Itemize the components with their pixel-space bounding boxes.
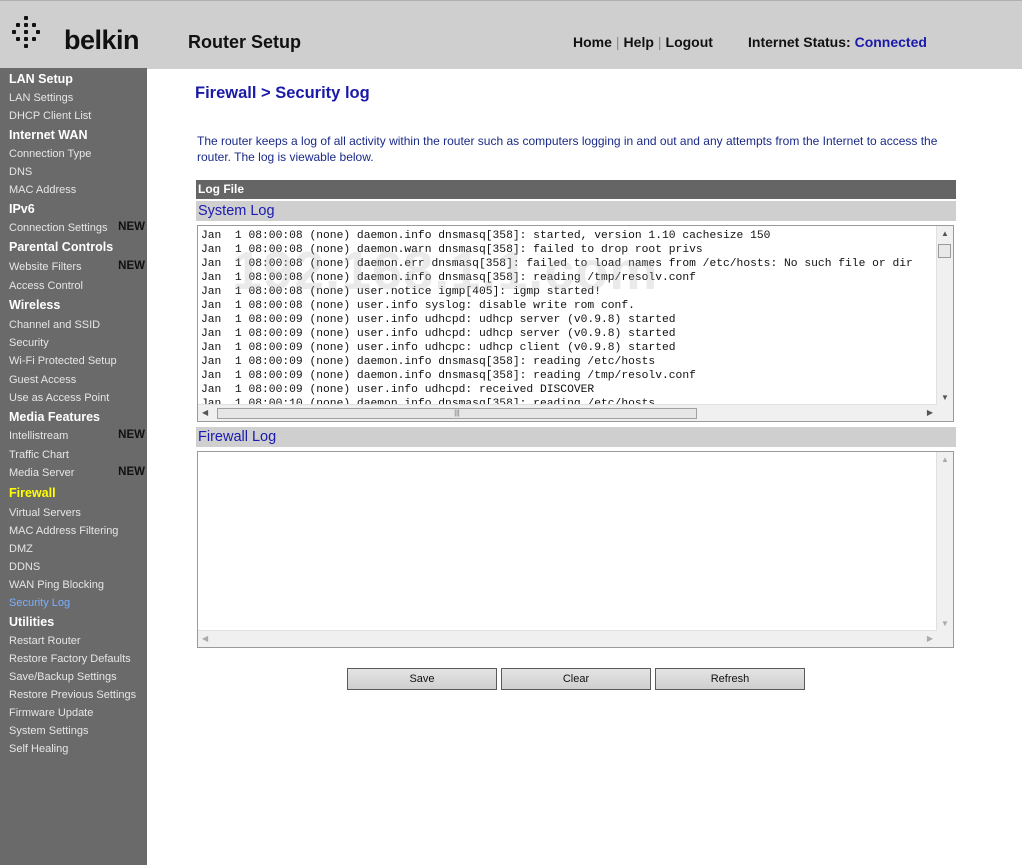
sidebar-item-use-as-access-point[interactable]: Use as Access Point <box>9 392 109 404</box>
log-line: Jan 1 08:00:09 (none) user.info udhcpd: … <box>201 314 676 326</box>
internet-status-label: Internet Status: <box>748 34 851 50</box>
log-line: Jan 1 08:00:08 (none) daemon.warn dnsmas… <box>201 244 703 256</box>
log-line: Jan 1 08:00:08 (none) daemon.info dnsmas… <box>201 272 696 284</box>
sidebar-heading-media-features: Media Features <box>9 410 101 424</box>
sidebar-item-firmware-update[interactable]: Firmware Update <box>9 707 93 719</box>
sidebar-heading-wireless: Wireless <box>9 298 61 312</box>
log-line: Jan 1 08:00:09 (none) user.info udhcpd: … <box>201 328 676 340</box>
app-title: Router Setup <box>188 32 302 52</box>
sidebar-heading-lan-setup: LAN Setup <box>9 72 73 86</box>
sidebar-item-media-server[interactable]: Media Server <box>9 467 74 479</box>
sidebar: LAN Setup LAN Settings DHCP Client List … <box>0 68 147 865</box>
sidebar-item-save-backup-settings[interactable]: Save/Backup Settings <box>9 671 117 683</box>
scroll-up-icon[interactable]: ▲ <box>941 230 949 238</box>
sidebar-item-ddns[interactable]: DDNS <box>9 561 40 573</box>
system-log-content: Jan 1 08:00:08 (none) daemon.info dnsmas… <box>201 229 936 411</box>
scroll-thumb[interactable] <box>938 244 951 258</box>
home-link[interactable]: Home <box>573 34 612 50</box>
internet-status: Internet Status: Connected <box>748 34 927 50</box>
refresh-button[interactable]: Refresh <box>655 668 805 690</box>
scroll-up-icon[interactable]: ▲ <box>941 456 949 464</box>
save-button[interactable]: Save <box>347 668 497 690</box>
sidebar-heading-parental-controls: Parental Controls <box>9 240 114 254</box>
scroll-down-icon[interactable]: ▼ <box>941 394 949 402</box>
sidebar-item-restore-previous-settings[interactable]: Restore Previous Settings <box>9 689 136 701</box>
sidebar-item-mac-address[interactable]: MAC Address <box>9 184 76 196</box>
system-log-horizontal-scrollbar[interactable]: ◀ ||| ▶ <box>198 404 937 421</box>
help-link[interactable]: Help <box>624 34 654 50</box>
sidebar-heading-ipv6: IPv6 <box>9 202 35 216</box>
sidebar-item-wifi-protected-setup[interactable]: Wi-Fi Protected Setup <box>9 355 117 367</box>
logo-text: belkin <box>64 25 140 55</box>
sidebar-item-intellistream[interactable]: Intellistream <box>9 430 68 442</box>
sidebar-item-dns[interactable]: DNS <box>9 166 32 178</box>
internet-status-value: Connected <box>854 34 927 50</box>
scroll-left-icon[interactable]: ◀ <box>202 409 208 417</box>
log-line: Jan 1 08:00:08 (none) daemon.info dnsmas… <box>201 230 771 242</box>
belkin-logo[interactable]: belkin <box>12 15 142 55</box>
system-log-textarea[interactable]: Jan 1 08:00:08 (none) daemon.info dnsmas… <box>197 225 954 422</box>
sidebar-item-wan-ping-blocking[interactable]: WAN Ping Blocking <box>9 579 104 591</box>
log-line: Jan 1 08:00:09 (none) daemon.info dnsmas… <box>201 370 696 382</box>
sidebar-heading-firewall: Firewall <box>9 486 56 500</box>
sidebar-item-website-filters[interactable]: Website Filters <box>9 261 82 273</box>
firewall-log-heading: Firewall Log <box>196 427 956 447</box>
new-badge: NEW <box>118 221 145 233</box>
sidebar-item-guest-access[interactable]: Guest Access <box>9 374 76 386</box>
log-line: Jan 1 08:00:08 (none) daemon.err dnsmasq… <box>201 258 913 270</box>
sidebar-item-system-settings[interactable]: System Settings <box>9 725 88 737</box>
log-file-header: Log File <box>196 180 956 199</box>
page-title: Firewall > Security log <box>195 84 370 102</box>
sidebar-item-traffic-chart[interactable]: Traffic Chart <box>9 449 69 461</box>
log-line: Jan 1 08:00:09 (none) user.info udhcpd: … <box>201 384 595 396</box>
log-line: Jan 1 08:00:09 (none) daemon.info dnsmas… <box>201 356 656 368</box>
log-line: Jan 1 08:00:08 (none) user.info syslog: … <box>201 300 635 312</box>
new-badge: NEW <box>118 466 145 478</box>
clear-button[interactable]: Clear <box>501 668 651 690</box>
scroll-thumb[interactable]: ||| <box>217 408 697 419</box>
sidebar-item-dmz[interactable]: DMZ <box>9 543 33 555</box>
sidebar-item-connection-settings[interactable]: Connection Settings <box>9 222 107 234</box>
sidebar-item-virtual-servers[interactable]: Virtual Servers <box>9 507 81 519</box>
system-log-vertical-scrollbar[interactable]: ▲ ▼ <box>936 226 953 405</box>
scroll-down-icon[interactable]: ▼ <box>941 620 949 628</box>
sidebar-item-access-control[interactable]: Access Control <box>9 280 83 292</box>
sidebar-item-channel-and-ssid[interactable]: Channel and SSID <box>9 319 100 331</box>
sidebar-item-security-log[interactable]: Security Log <box>9 597 70 609</box>
sidebar-item-dhcp-client-list[interactable]: DHCP Client List <box>9 110 91 122</box>
scroll-left-icon[interactable]: ◀ <box>202 635 208 643</box>
sidebar-item-restart-router[interactable]: Restart Router <box>9 635 81 647</box>
belkin-dots-icon <box>12 15 52 55</box>
sidebar-item-lan-settings[interactable]: LAN Settings <box>9 92 73 104</box>
page-description: The router keeps a log of all activity w… <box>197 134 938 164</box>
new-badge: NEW <box>118 260 145 272</box>
scroll-right-icon[interactable]: ▶ <box>927 635 933 643</box>
log-line: Jan 1 08:00:08 (none) user.notice igmp[4… <box>201 286 601 298</box>
firewall-log-vertical-scrollbar[interactable]: ▲ ▼ <box>936 452 953 631</box>
sidebar-item-mac-address-filtering[interactable]: MAC Address Filtering <box>9 525 118 537</box>
scroll-right-icon[interactable]: ▶ <box>927 409 933 417</box>
system-log-heading: System Log <box>196 201 956 221</box>
sidebar-heading-utilities: Utilities <box>9 615 55 629</box>
sidebar-item-restore-factory-defaults[interactable]: Restore Factory Defaults <box>9 653 131 665</box>
firewall-log-horizontal-scrollbar[interactable]: ◀ ▶ <box>198 630 937 647</box>
header-bar: belkin Router Setup Home | Help | Logout Int… <box>0 0 1022 69</box>
sidebar-heading-internet-wan: Internet WAN <box>9 128 88 142</box>
logout-link[interactable]: Logout <box>666 34 713 50</box>
sidebar-item-security[interactable]: Security <box>9 337 49 349</box>
new-badge: NEW <box>118 429 145 441</box>
sidebar-item-connection-type[interactable]: Connection Type <box>9 148 91 160</box>
log-line: Jan 1 08:00:09 (none) user.info udhcpc: … <box>201 342 676 354</box>
sidebar-item-self-healing[interactable]: Self Healing <box>9 743 68 755</box>
top-nav: Home | Help | Logout <box>573 34 713 50</box>
firewall-log-textarea[interactable]: ▲ ▼ ◀ ▶ <box>197 451 954 648</box>
